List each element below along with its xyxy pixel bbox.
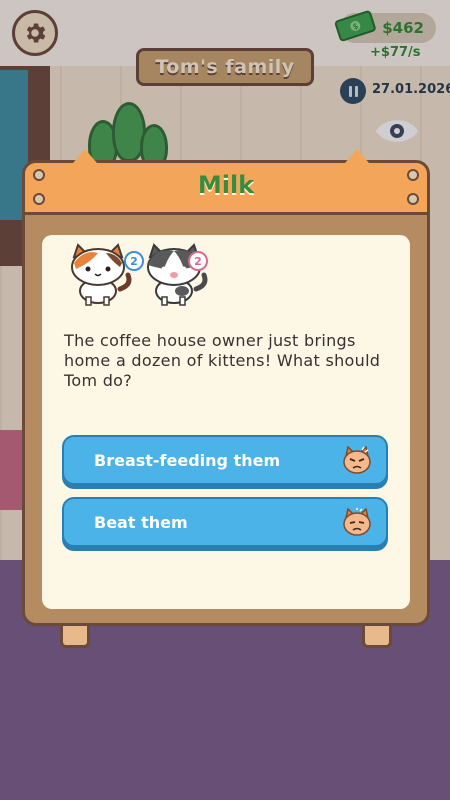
screw-icon [407, 169, 419, 181]
event-dialog: Milk 2 2 The coffee house owner just bri… [22, 149, 430, 626]
dialog-body: 2 2 The coffee house owner just brings h… [42, 235, 410, 609]
dialog-stand-leg [362, 626, 392, 648]
dialog-stand-leg [60, 626, 90, 648]
event-question-text: The coffee house owner just brings home … [64, 331, 381, 390]
option-label: Breast-feeding them [94, 450, 281, 470]
option-button-beat[interactable]: Beat them [62, 497, 388, 547]
dialog-title: Milk [197, 171, 255, 199]
screw-icon [33, 193, 45, 205]
angry-cat-face-icon [343, 446, 371, 474]
screw-icon [407, 193, 419, 205]
cat-count-badge: 2 [188, 251, 208, 271]
option-button-breast-feeding[interactable]: Breast-feeding them [62, 435, 388, 485]
screw-icon [33, 169, 45, 181]
calico-cat-icon [71, 243, 132, 306]
dialog-header: Milk [25, 149, 427, 215]
sad-cat-face-icon [343, 508, 371, 536]
option-label: Beat them [94, 512, 188, 532]
